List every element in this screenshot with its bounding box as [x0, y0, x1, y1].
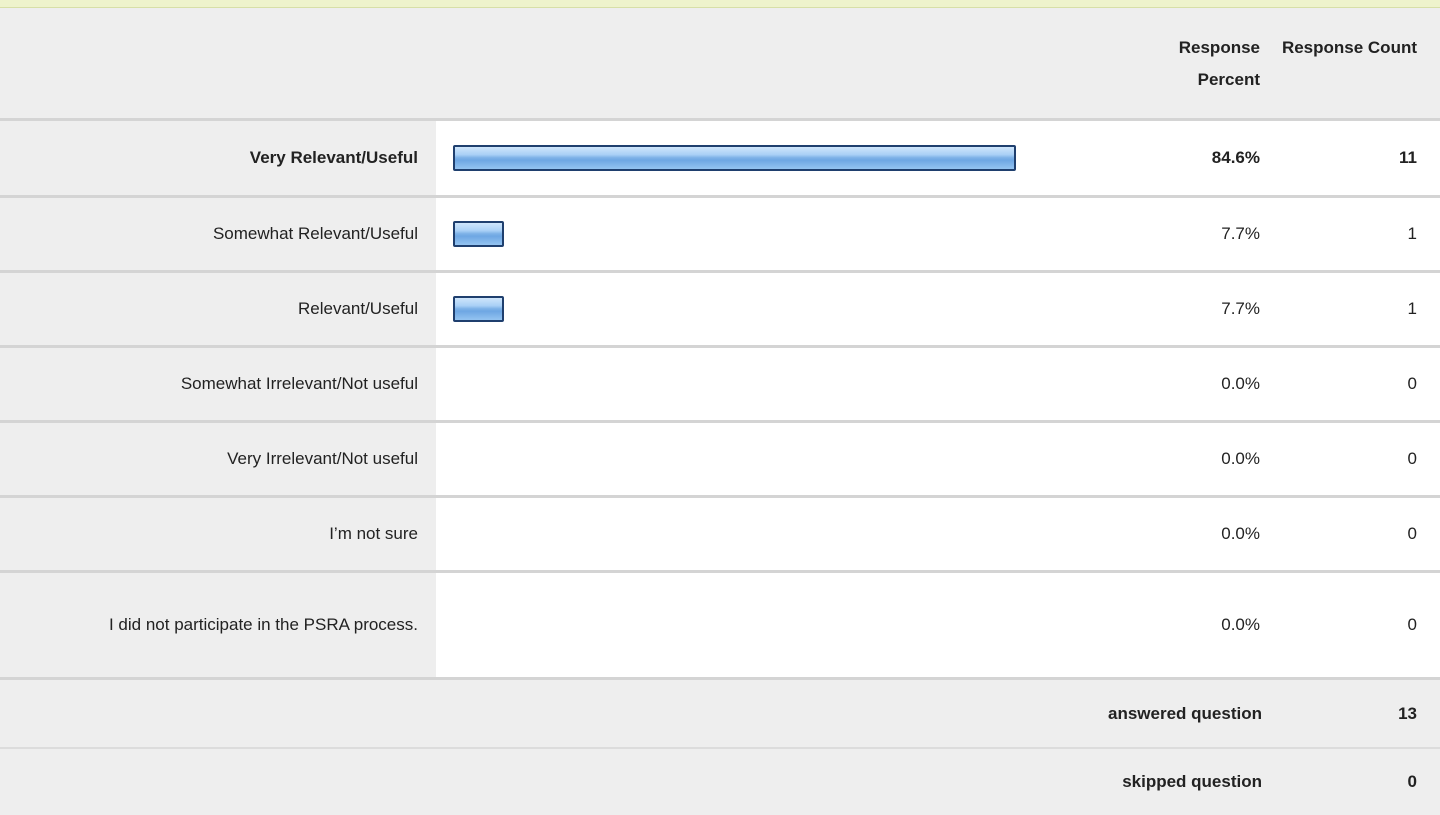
answer-label: Somewhat Irrelevant/Not useful [0, 348, 436, 420]
table-row: Somewhat Irrelevant/Not useful 0.0% 0 [0, 345, 1440, 420]
bar-cell [436, 423, 1136, 495]
response-percent: 0.0% [1221, 374, 1260, 393]
answer-label: Somewhat Relevant/Useful [0, 198, 436, 270]
response-count: 0 [1407, 449, 1417, 468]
answered-question-row: answered question 13 [0, 677, 1440, 747]
response-percent: 7.7% [1221, 299, 1260, 318]
answered-question-label: answered question [1108, 703, 1262, 723]
response-bar [453, 145, 1016, 171]
response-count: 0 [1407, 374, 1417, 393]
response-count: 11 [1399, 148, 1417, 167]
answer-label: I’m not sure [0, 498, 436, 570]
response-percent: 7.7% [1221, 224, 1260, 243]
table-row: I did not participate in the PSRA proces… [0, 570, 1440, 677]
response-percent: 0.0% [1221, 615, 1260, 634]
answer-label: Relevant/Useful [0, 273, 436, 345]
response-bar [453, 296, 504, 322]
response-count: 0 [1407, 524, 1417, 543]
table-row: Very Irrelevant/Not useful 0.0% 0 [0, 420, 1440, 495]
top-accent-bar [0, 0, 1440, 8]
answer-label: Very Relevant/Useful [0, 121, 436, 195]
response-percent: 84.6% [1211, 148, 1260, 167]
response-count-header: Response Count [1281, 38, 1417, 57]
table-header: Response Percent Response Count [0, 8, 1440, 118]
table-row: Relevant/Useful 7.7% 1 [0, 270, 1440, 345]
answer-label: Very Irrelevant/Not useful [0, 423, 436, 495]
bar-cell [436, 121, 1136, 195]
response-count: 1 [1407, 224, 1417, 243]
answer-label: I did not participate in the PSRA proces… [0, 573, 436, 677]
table-row: I’m not sure 0.0% 0 [0, 495, 1440, 570]
response-percent-header: Response Percent [1178, 38, 1260, 89]
table-row: Very Relevant/Useful 84.6% 11 [0, 118, 1440, 195]
skipped-question-count: 0 [1407, 772, 1417, 791]
answered-question-count: 13 [1398, 703, 1417, 723]
response-count: 1 [1407, 299, 1417, 318]
bar-cell [436, 573, 1136, 677]
bar-cell [436, 348, 1136, 420]
response-percent: 0.0% [1221, 524, 1260, 543]
skipped-question-label: skipped question [1122, 772, 1262, 791]
survey-results-table: Response Percent Response Count Very Rel… [0, 8, 1440, 815]
response-bar [453, 221, 504, 247]
response-count: 0 [1407, 615, 1417, 634]
bar-cell [436, 498, 1136, 570]
skipped-question-row: skipped question 0 [0, 747, 1440, 815]
table-row: Somewhat Relevant/Useful 7.7% 1 [0, 195, 1440, 270]
bar-cell [436, 198, 1136, 270]
response-percent: 0.0% [1221, 449, 1260, 468]
bar-cell [436, 273, 1136, 345]
